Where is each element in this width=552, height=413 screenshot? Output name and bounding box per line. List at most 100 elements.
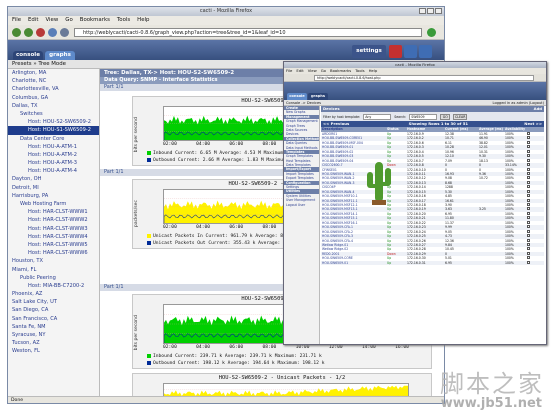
tree-item[interactable]: Dallas, TX bbox=[8, 102, 99, 110]
menu-go[interactable]: Go bbox=[65, 16, 72, 25]
tree-item[interactable]: Dayton, OH bbox=[8, 175, 99, 183]
preview-view-icon[interactable] bbox=[419, 45, 432, 58]
tree-item[interactable]: Weston, FL bbox=[8, 347, 99, 355]
tree-item[interactable]: Host: HOU-A-ATM-3 bbox=[8, 159, 99, 167]
tree-item[interactable]: Host: HAR-CLST-WWW4 bbox=[8, 233, 99, 241]
tree-item[interactable]: Harrisburg, PA bbox=[8, 192, 99, 200]
console-nav-toolbar: http://weblycacti/cacti-0.8.6/host.php bbox=[284, 74, 546, 82]
go-icon[interactable] bbox=[427, 28, 436, 37]
tree-item[interactable]: Host: HAR-CLST-WWW2 bbox=[8, 216, 99, 224]
watermark-url: www.jb51.net bbox=[440, 396, 542, 411]
maximize-button[interactable] bbox=[427, 8, 434, 14]
showing-rows: Showing Rows 1 to 30 of 51 bbox=[408, 121, 468, 126]
tree-item[interactable]: Host: HAR-CLST-WWW5 bbox=[8, 241, 99, 249]
prev-link[interactable]: << Previous bbox=[323, 121, 349, 126]
tree-item[interactable]: San Francisco, CA bbox=[8, 315, 99, 323]
x-tick-label: 08:00 bbox=[262, 142, 277, 147]
tree-item[interactable]: Arlington, MA bbox=[8, 69, 99, 77]
tree-item[interactable]: San Diego, CA bbox=[8, 306, 99, 314]
tree-item[interactable]: Public Peering bbox=[8, 274, 99, 282]
reload-icon[interactable] bbox=[48, 28, 57, 37]
tree-item[interactable]: Data Center Core bbox=[8, 135, 99, 143]
menu-tools[interactable]: Tools bbox=[117, 16, 130, 25]
tree-item[interactable]: Host: HAR-CLST-WWW1 bbox=[8, 208, 99, 216]
watermark-cn: 脚本之家 bbox=[440, 370, 544, 398]
legend-text: Outbound Current: 198.12 k Average: 194.… bbox=[153, 361, 325, 366]
x-tick-label: 02:00 bbox=[163, 345, 177, 350]
home-icon[interactable] bbox=[60, 28, 69, 37]
tree-item[interactable]: Host: HOU-A-ATM-4 bbox=[8, 167, 99, 175]
tree-item[interactable]: Switches bbox=[8, 110, 99, 118]
settings-button[interactable]: settings bbox=[352, 45, 386, 58]
forward-icon[interactable] bbox=[24, 28, 33, 37]
list-view-icon[interactable] bbox=[404, 45, 417, 58]
legend-swatch bbox=[147, 353, 151, 358]
x-tick-label: 04:00 bbox=[196, 225, 210, 230]
tree-item[interactable]: Host: HOU-A-ATM-1 bbox=[8, 143, 99, 151]
menu-view[interactable]: View bbox=[45, 16, 58, 25]
type-filter-select[interactable]: Any bbox=[363, 113, 392, 120]
tree-item[interactable]: Tucson, AZ bbox=[8, 339, 99, 347]
clear-button[interactable]: CLEAR bbox=[453, 113, 468, 120]
type-filter-label: Filter by host template: bbox=[323, 114, 361, 119]
tree-item[interactable]: Web Hosting Farm bbox=[8, 200, 99, 208]
graph-tree: Arlington, MA Charlotte, NC Charlottesvill… bbox=[8, 69, 100, 403]
tab-console[interactable]: console bbox=[287, 93, 307, 100]
tree-item[interactable]: Phoenix, AZ bbox=[8, 290, 99, 298]
graph-ylabel: bits per second bbox=[134, 315, 139, 351]
x-tick-label: 02:00 bbox=[163, 142, 177, 147]
device-description[interactable]: HOU-SW6509-01 bbox=[321, 261, 387, 265]
tree-item[interactable]: Salt Lake City, UT bbox=[8, 298, 99, 306]
row-checkbox[interactable] bbox=[527, 260, 543, 265]
go-button[interactable]: GO bbox=[440, 113, 451, 120]
close-button[interactable] bbox=[435, 8, 442, 14]
address-bar[interactable]: http://weblycacti/cacti-0.8.6/graph_view… bbox=[74, 28, 422, 37]
search-input[interactable]: SW6509 bbox=[409, 113, 438, 120]
graph-legend-row: Inbound Current: 239.71 k Average: 239.7… bbox=[147, 353, 322, 359]
stop-icon[interactable] bbox=[36, 28, 45, 37]
devices-table-body: ARDOR01 Up 172.16.0.9 12.38 11.91 100% HOU-BB-… bbox=[321, 132, 544, 266]
x-tick-label: 16:00 bbox=[395, 345, 409, 350]
tree-item[interactable]: Syracuse, NY bbox=[8, 331, 99, 339]
tab-graphs[interactable]: graphs bbox=[308, 93, 328, 100]
table-row[interactable]: HOU-SW6509-01 Up 172.16.0.31 6.95 100% bbox=[321, 260, 544, 266]
menu-bookmarks[interactable]: Bookmarks bbox=[80, 16, 110, 25]
menu-edit[interactable]: Edit bbox=[28, 16, 38, 25]
graph-legend-row: Unicast Packets In Current: 961.79 k Ave… bbox=[147, 233, 302, 239]
tree-item[interactable]: Host: MIA-BB-C7200-2 bbox=[8, 282, 99, 290]
tree-item[interactable]: Houston, TX bbox=[8, 257, 99, 265]
tree-item[interactable]: Charlottesville, VA bbox=[8, 85, 99, 93]
graph-legend-row: Unicast Packets Out Current: 355.43 k Av… bbox=[147, 240, 305, 246]
menu-item[interactable]: Logout User bbox=[284, 203, 319, 207]
tab-console[interactable]: console bbox=[13, 51, 43, 60]
device-current: 6.95 bbox=[445, 260, 452, 265]
legend-swatch bbox=[147, 157, 151, 162]
menu-item[interactable]: Export Templates bbox=[284, 176, 319, 180]
tree-item[interactable]: Miami, FL bbox=[8, 266, 99, 274]
navigation-toolbar: http://weblycacti/cacti-0.8.6/graph_view… bbox=[8, 25, 444, 40]
console-address-bar[interactable]: http://weblycacti/cacti-0.8.6/host.php bbox=[314, 75, 534, 81]
tree-item[interactable]: Charlotte, NC bbox=[8, 77, 99, 85]
add-device-link[interactable]: Add bbox=[534, 106, 544, 112]
tree-item[interactable]: Host: HAR-CLST-WWW3 bbox=[8, 225, 99, 233]
menu-item[interactable]: User Management bbox=[284, 198, 319, 202]
tree-item[interactable]: Host: HOU-S2-SW6509-2 bbox=[8, 118, 99, 126]
legend-swatch bbox=[147, 240, 151, 245]
menu-help[interactable]: Help bbox=[137, 16, 149, 25]
tree-view-icon[interactable] bbox=[389, 45, 402, 58]
x-tick-label: 04:00 bbox=[196, 345, 210, 350]
tree-item[interactable]: Santa Fe, NM bbox=[8, 323, 99, 331]
tree-item[interactable]: Detroit, MI bbox=[8, 184, 99, 192]
minimize-button[interactable] bbox=[419, 8, 426, 14]
tree-item[interactable]: Host: HOU-S1-SW6509-2 bbox=[8, 126, 99, 135]
tree-item[interactable]: Columbus, GA bbox=[8, 94, 99, 102]
menu-item[interactable]: Graph Management bbox=[284, 119, 319, 123]
menu-file[interactable]: File bbox=[12, 16, 21, 25]
back-icon[interactable] bbox=[12, 28, 21, 37]
x-tick-label: 08:00 bbox=[262, 225, 277, 230]
tree-item[interactable]: Host: HAR-CLST-WWW6 bbox=[8, 249, 99, 257]
x-tick-label: 06:00 bbox=[229, 225, 244, 230]
tree-item[interactable]: Host: HOU-A-ATM-2 bbox=[8, 151, 99, 159]
tab-graphs[interactable]: graphs bbox=[45, 51, 75, 60]
menu-bar: File Edit View Go Bookmarks Tools Help bbox=[8, 16, 444, 25]
